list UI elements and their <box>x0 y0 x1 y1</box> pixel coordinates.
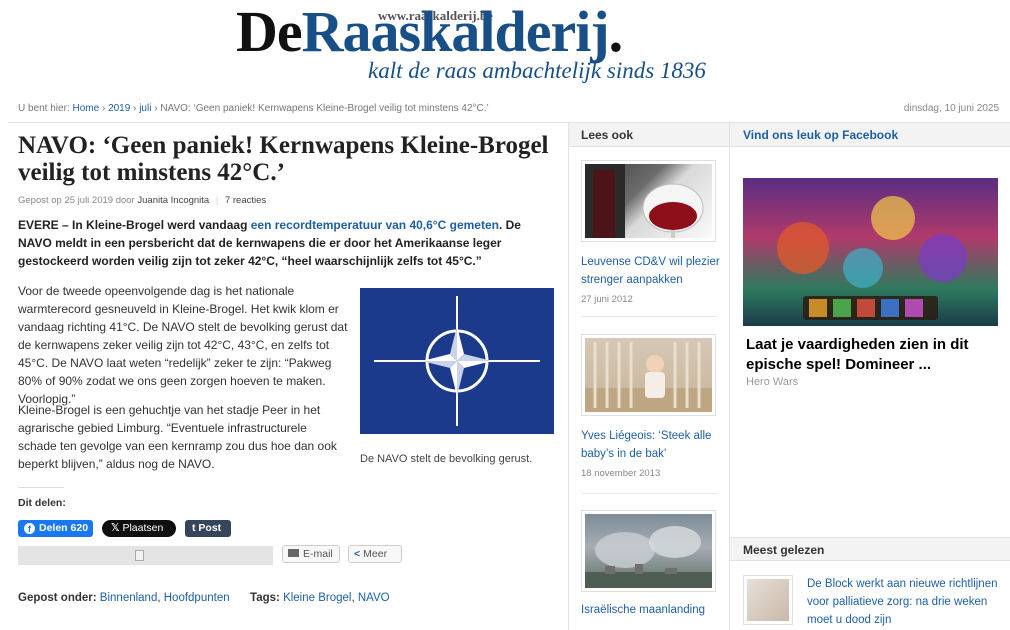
tag-link[interactable]: Kleine Brogel <box>283 592 351 604</box>
email-share-button[interactable]: E-mail <box>282 545 340 563</box>
share-icon: < <box>354 548 361 560</box>
article-taxonomy: Gepost onder: Binnenland, Hoofdpunten Ta… <box>18 592 390 604</box>
current-date: dinsdag, 10 juni 2025 <box>903 103 999 114</box>
article-lead: EVERE – In Kleine-Brogel werd vandaag ee… <box>18 216 558 270</box>
article-meta: Gepost op 25 juli 2019 door Juanita Inco… <box>18 195 266 206</box>
crib-illustration <box>585 342 712 412</box>
tumblr-share-label: Post <box>198 522 222 534</box>
facebook-heading[interactable]: Vind ons leuk op Facebook <box>730 123 1010 147</box>
category-link[interactable]: Hoofdpunten <box>164 592 230 604</box>
lees-ook-link[interactable]: Yves Liégeois: ‘Steek alle baby’s in de … <box>581 427 721 463</box>
ad-image[interactable] <box>743 178 998 326</box>
logo-wordmark: DeRaaskalderij. <box>236 0 623 65</box>
breadcrumb-year[interactable]: 2019 <box>108 103 130 114</box>
lees-ook-heading: Lees ook <box>569 123 729 147</box>
wine-glass-image <box>585 164 712 238</box>
hands-image <box>747 579 789 621</box>
logo-slogan: kalt de raas ambachtelijk sinds 1836 <box>368 58 706 83</box>
author-link[interactable]: Juanita Incognita <box>137 195 209 206</box>
lees-ook-link[interactable]: Leuvense CD&V wil plezier strenger aanpa… <box>581 253 721 289</box>
comments-link[interactable]: 7 reacties <box>225 195 266 206</box>
lees-ook-thumbnail[interactable] <box>581 334 716 416</box>
email-share-label: E-mail <box>303 548 333 560</box>
breadcrumb-month[interactable]: juli <box>139 103 151 114</box>
meta-separator: | <box>215 195 219 206</box>
x-share-button[interactable]: 𝕏 Plaatsen <box>102 520 176 537</box>
document-icon <box>135 550 144 561</box>
lees-ook-thumbnail[interactable] <box>581 510 716 592</box>
divider <box>581 493 717 494</box>
share-placeholder <box>18 546 273 565</box>
facebook-share-label: Delen 620 <box>39 522 89 534</box>
share-label: Dit delen: <box>18 497 66 509</box>
logo-de: De <box>236 0 303 64</box>
x-icon: 𝕏 <box>111 522 120 534</box>
breadcrumb-prefix: U bent hier: <box>18 103 70 114</box>
crib-image <box>585 338 712 412</box>
category-link[interactable]: Binnenland <box>100 592 158 604</box>
nato-compass-icon <box>374 296 540 426</box>
tumblr-share-button[interactable]: t Post <box>185 520 231 537</box>
ad-source: Hero Wars <box>746 376 799 388</box>
envelope-icon <box>288 549 299 557</box>
article-paragraph: Voor de tweede opeenvolgende dag is het … <box>18 284 348 406</box>
meest-gelezen-thumbnail[interactable] <box>743 575 793 625</box>
breadcrumb-current: NAVO: ‘Geen paniek! Kernwapens Kleine-Br… <box>160 103 489 114</box>
meest-gelezen-link[interactable]: De Block werkt aan nieuwe richtlijnen vo… <box>807 575 1002 629</box>
smoke-illustration <box>585 526 712 588</box>
lees-ook-date: 18 november 2013 <box>581 468 661 479</box>
x-share-label: Plaatsen <box>122 522 164 534</box>
lead-link[interactable]: een recordtemperatuur van 40,6°C gemeten <box>251 218 499 232</box>
lees-ook-date: 27 juni 2012 <box>581 294 633 305</box>
logo-name: Raaskalderij <box>301 0 610 64</box>
facebook-share-button[interactable]: f Delen 620 <box>18 520 93 537</box>
divider <box>581 316 717 317</box>
smoke-city-image <box>585 514 712 588</box>
categories-label: Gepost onder: <box>18 592 97 604</box>
wine-illustration <box>585 164 704 238</box>
site-logo[interactable]: www.raaskalderij.be DeRaaskalderij. kalt… <box>236 0 796 90</box>
logo-dot: . <box>608 0 623 64</box>
breadcrumb-home[interactable]: Home <box>72 103 99 114</box>
lees-ook-thumbnail[interactable] <box>581 160 716 242</box>
more-share-button[interactable]: < Meer <box>348 545 402 563</box>
article-paragraph: Kleine-Brogel is een gehuchtje van het s… <box>18 403 337 471</box>
lead-text-start: EVERE – In Kleine-Brogel werd vandaag <box>18 218 251 232</box>
nato-flag-image[interactable] <box>360 288 554 434</box>
ad-title[interactable]: Laat je vaardigheden zien in dit epische… <box>746 335 998 375</box>
lees-ook-link[interactable]: Israëlische maanlanding <box>581 601 721 619</box>
posted-date: Gepost op 25 juli 2019 door <box>18 195 135 206</box>
tags-label: Tags: <box>250 592 280 604</box>
share-divider <box>18 487 64 488</box>
column-divider <box>568 122 569 630</box>
breadcrumb: U bent hier: Home › 2019 › juli › NAVO: … <box>18 103 999 114</box>
image-caption: De NAVO stelt de bevolking gerust. <box>360 453 533 465</box>
more-share-label: Meer <box>363 548 388 560</box>
game-ad-illustration <box>777 196 967 320</box>
article-title: NAVO: ‘Geen paniek! Kernwapens Kleine-Br… <box>18 132 549 186</box>
facebook-icon: f <box>24 523 35 534</box>
meest-gelezen-heading: Meest gelezen <box>730 537 1010 561</box>
tag-link[interactable]: NAVO <box>358 592 390 604</box>
